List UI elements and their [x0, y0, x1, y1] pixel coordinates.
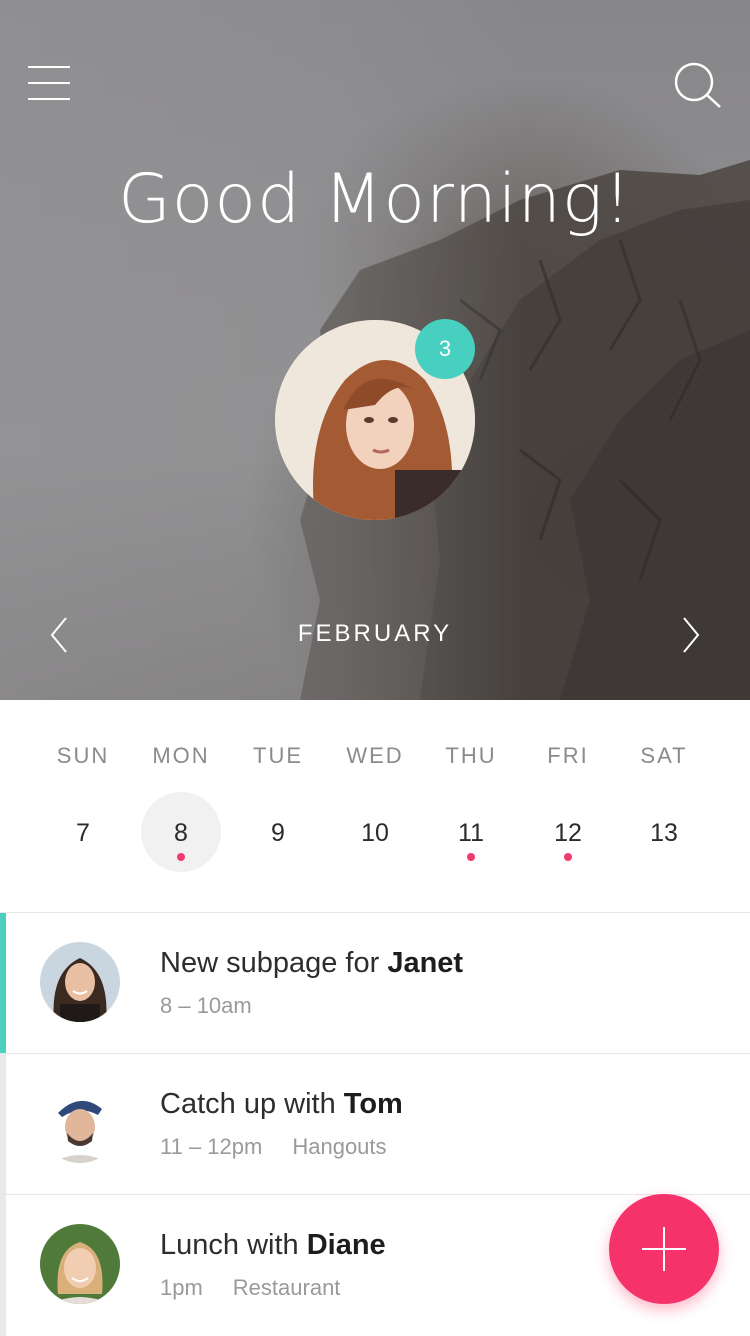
menu-button[interactable] [28, 64, 72, 102]
search-icon [674, 62, 721, 108]
event-time: 11 – 12pm [160, 1134, 263, 1159]
avatar-tom [40, 1083, 120, 1163]
day-column-fri: FRI 12 [520, 700, 616, 912]
hero-header: Good Morning! 3 FEBRUARY [0, 0, 750, 700]
day-column-mon: MON 8 [133, 700, 229, 912]
chevron-right-icon [683, 617, 700, 653]
week-strip: SUN 7 MON 8 TUE 9 WED 10 THU 11 FRI 12 S… [0, 700, 750, 912]
day-number: 8 [174, 819, 188, 847]
event-indicator-dot [564, 853, 572, 861]
event-place: Restaurant [232, 1275, 341, 1300]
day-cell-7[interactable]: 7 [43, 792, 123, 872]
day-name: MON [152, 743, 210, 768]
day-column-tue: TUE 9 [230, 700, 326, 912]
event-accent-bar [0, 1054, 6, 1195]
day-name: WED [346, 743, 404, 768]
month-navigation: FEBRUARY [0, 612, 750, 658]
day-name: SAT [640, 743, 688, 768]
day-name: THU [445, 743, 497, 768]
add-event-button[interactable] [609, 1194, 719, 1304]
day-number: 9 [271, 819, 285, 847]
day-cell-12[interactable]: 12 [528, 792, 608, 872]
day-number: 7 [76, 819, 90, 847]
day-cell-11[interactable]: 11 [431, 792, 511, 872]
event-details: 8 – 10am [160, 993, 252, 1019]
avatar-janet [40, 942, 120, 1022]
day-name: FRI [547, 743, 589, 768]
event-title: New subpage for Janet [160, 947, 464, 979]
event-details: 1pm Restaurant [160, 1275, 340, 1301]
event-time: 1pm [160, 1275, 203, 1300]
event-item-tom[interactable]: Catch up with Tom 11 – 12pm Hangouts [0, 1053, 750, 1195]
day-column-wed: WED 10 [327, 700, 423, 912]
event-title: Lunch with Diane [160, 1229, 386, 1261]
day-column-sat: SAT 13 [616, 700, 712, 912]
day-number: 10 [361, 819, 389, 847]
greeting-title: Good Morning! [118, 160, 632, 239]
event-indicator-dot [467, 853, 475, 861]
event-title: Catch up with Tom [160, 1088, 403, 1120]
day-cell-10[interactable]: 10 [335, 792, 415, 872]
day-column-thu: THU 11 [423, 700, 519, 912]
day-cell-9[interactable]: 9 [238, 792, 318, 872]
event-accent-bar [0, 1195, 6, 1336]
event-details: 11 – 12pm Hangouts [160, 1134, 387, 1160]
event-accent-bar [0, 913, 6, 1054]
event-item-janet[interactable]: New subpage for Janet 8 – 10am [0, 912, 750, 1054]
day-cell-8-selected[interactable]: 8 [141, 792, 221, 872]
day-column-sun: SUN 7 [35, 700, 131, 912]
month-label: FEBRUARY [297, 620, 453, 647]
day-number: 12 [554, 819, 582, 847]
event-time: 8 – 10am [160, 993, 252, 1018]
notification-badge[interactable]: 3 [415, 319, 475, 379]
day-name: TUE [253, 743, 303, 768]
search-button[interactable] [672, 60, 724, 110]
day-cell-13[interactable]: 13 [624, 792, 704, 872]
next-month-button[interactable] [676, 612, 706, 658]
day-number: 13 [650, 819, 678, 847]
day-number: 11 [458, 819, 484, 847]
event-place: Hangouts [292, 1134, 387, 1159]
event-indicator-dot [177, 853, 185, 861]
day-name: SUN [56, 743, 110, 768]
avatar-diane [40, 1224, 120, 1304]
